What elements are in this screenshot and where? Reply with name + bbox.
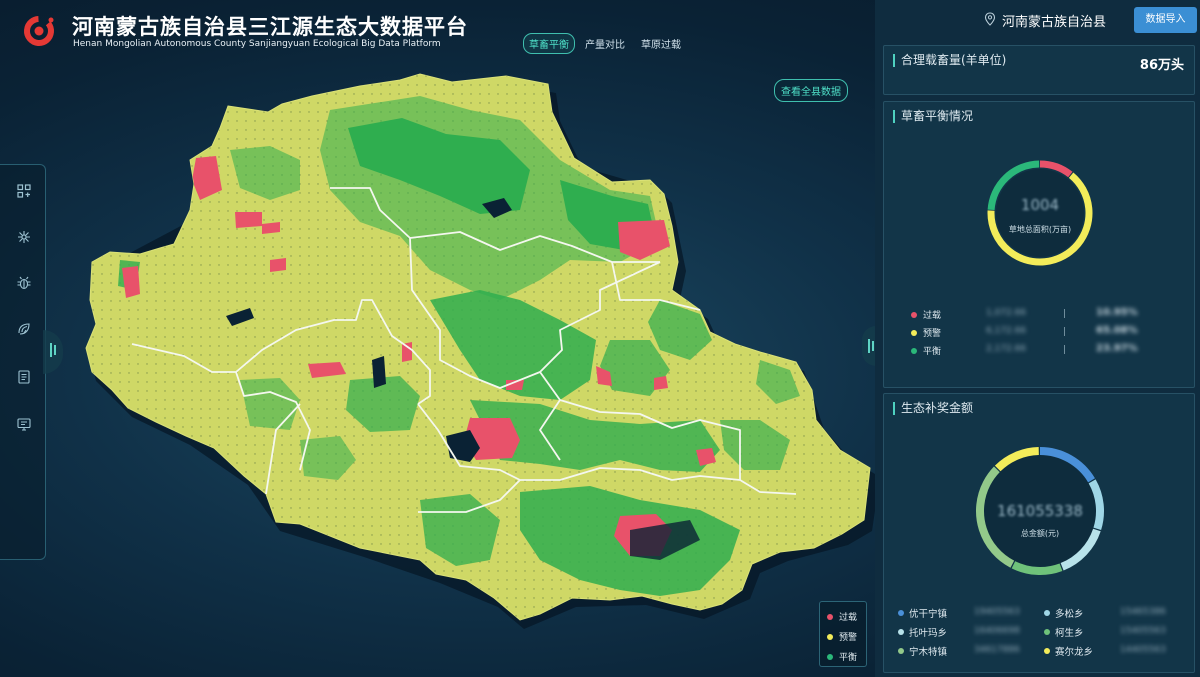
- compensation-total-value: 161055338: [997, 502, 1083, 520]
- balance-row-value: 6,172.66: [986, 326, 1027, 336]
- region-name: 河南蒙古族自治县: [1002, 15, 1107, 30]
- capacity-value: 86万头: [1139, 58, 1184, 73]
- balance-row-label: 过载: [923, 311, 942, 321]
- balance-total-value: 1004: [1020, 196, 1060, 214]
- legend-dot: [827, 653, 833, 660]
- map-legend: 过载 预警 平衡: [819, 601, 867, 667]
- county-map[interactable]: [0, 60, 875, 677]
- legend-dot: [827, 633, 833, 640]
- legend-label: 平衡: [839, 653, 858, 663]
- data-import-button[interactable]: 数据导入: [1134, 7, 1197, 33]
- town-item[interactable]: 托叶玛乡: [898, 625, 947, 639]
- balance-title: 草畜平衡情况: [893, 110, 973, 123]
- header: 河南蒙古族自治县三江源生态大数据平台 Henan Mongolian Auton…: [0, 0, 875, 60]
- town-value: 16406698: [974, 626, 1020, 636]
- town-item[interactable]: 宁木特镇: [898, 644, 947, 658]
- town-label: 托叶玛乡: [909, 628, 948, 639]
- compensation-total-caption: 总金额(元): [1020, 529, 1060, 538]
- view-all-county-data-button[interactable]: 查看全县数据: [774, 79, 848, 102]
- legend-label: 预警: [839, 633, 858, 643]
- view-tabs: 草畜平衡 产量对比 草原过载: [523, 33, 687, 54]
- town-item[interactable]: 优干宁镇: [898, 606, 947, 620]
- town-value: 34617886: [974, 645, 1020, 655]
- town-item[interactable]: 赛尔龙乡: [1044, 644, 1093, 658]
- balance-row-value: 2,172.66: [986, 344, 1027, 354]
- status-dot: [911, 347, 917, 354]
- town-value: 15405563: [1120, 626, 1166, 636]
- town-item[interactable]: 柯生乡: [1044, 625, 1084, 639]
- page-title: 河南蒙古族自治县三江源生态大数据平台: [72, 15, 468, 39]
- leaf-fingerprint-icon[interactable]: [16, 321, 32, 337]
- compensation-title: 生态补奖金额: [893, 402, 973, 415]
- town-label: 赛尔龙乡: [1055, 647, 1094, 658]
- legend-item-balance[interactable]: 平衡: [827, 650, 857, 663]
- balance-row-percent: 65.08%: [1096, 325, 1138, 336]
- balance-row-label: 预警: [923, 329, 942, 339]
- balance-row-warning: 预警: [911, 326, 941, 339]
- town-label: 柯生乡: [1055, 628, 1084, 639]
- legend-dot: [827, 613, 833, 620]
- legend-label: 过载: [839, 613, 858, 623]
- divider: [1064, 345, 1065, 354]
- balance-row-percent: 23.97%: [1096, 343, 1138, 354]
- legend-item-overload[interactable]: 过载: [827, 610, 857, 623]
- town-dot: [898, 648, 904, 654]
- collapse-right-toggle[interactable]: [862, 326, 876, 366]
- tab-grassland-overload[interactable]: 草原过载: [635, 33, 687, 54]
- platform-logo-icon: [24, 16, 54, 46]
- bug-icon[interactable]: [16, 275, 32, 291]
- balance-row-percent: 10.95%: [1096, 307, 1138, 318]
- capacity-card: 合理载畜量(羊单位) 86万头: [883, 45, 1195, 95]
- grid-icon[interactable]: [16, 183, 32, 199]
- town-item[interactable]: 多松乡: [1044, 606, 1084, 620]
- balance-total-caption: 草地总面积(万亩): [1008, 225, 1072, 234]
- capacity-title: 合理载畜量(羊单位): [893, 54, 1006, 67]
- balance-row-value: 1,072.66: [986, 308, 1027, 318]
- balance-row-balance: 平衡: [911, 344, 941, 357]
- tab-yield-compare[interactable]: 产量对比: [579, 33, 631, 54]
- town-label: 多松乡: [1055, 609, 1084, 620]
- town-dot: [898, 610, 904, 616]
- town-dot: [1044, 648, 1050, 654]
- status-dot: [911, 311, 917, 318]
- network-icon[interactable]: [16, 229, 32, 245]
- town-dot: [1044, 610, 1050, 616]
- divider: [1064, 327, 1065, 336]
- balance-card: 草畜平衡情况 1004 草地总面积(万亩) 过载 1,072.66 10.95%…: [883, 101, 1195, 388]
- balance-row-overload: 过载: [911, 308, 941, 321]
- town-value: 14405563: [1120, 645, 1166, 655]
- town-value: 15465386: [1120, 607, 1166, 617]
- divider: [1064, 309, 1065, 318]
- town-value: 19405563: [974, 607, 1020, 617]
- location-pin-icon: [984, 12, 996, 26]
- town-dot: [898, 629, 904, 635]
- compensation-card: 生态补奖金额 161055338 总金额(元) 优干宁镇 19405563 多松…: [883, 393, 1195, 673]
- status-dot: [911, 329, 917, 336]
- balance-row-label: 平衡: [923, 347, 942, 357]
- town-label: 宁木特镇: [909, 647, 948, 658]
- town-dot: [1044, 629, 1050, 635]
- legend-item-warning[interactable]: 预警: [827, 630, 857, 643]
- monitor-icon[interactable]: [16, 416, 32, 432]
- left-toolbar: [0, 164, 46, 560]
- document-icon[interactable]: [16, 369, 32, 385]
- page-subtitle: Henan Mongolian Autonomous County Sanjia…: [73, 39, 441, 49]
- tab-balance[interactable]: 草畜平衡: [523, 33, 575, 54]
- town-label: 优干宁镇: [909, 609, 948, 620]
